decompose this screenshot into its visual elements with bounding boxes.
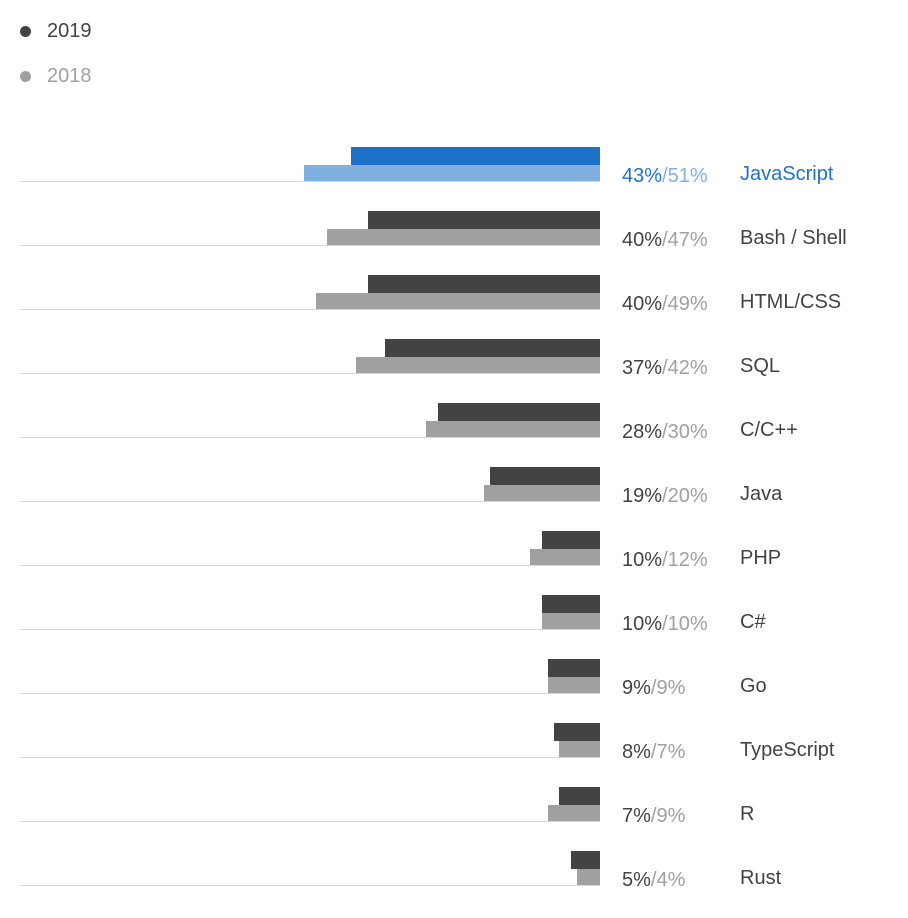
legend-dot-2019-icon — [20, 26, 31, 37]
legend-dot-2018-icon — [20, 71, 31, 82]
chart-row: 9%/9%Go — [20, 630, 898, 694]
category-label: SQL — [740, 310, 898, 374]
bar-track — [20, 502, 600, 566]
value-2018: 4% — [656, 869, 685, 891]
bar-2019 — [548, 659, 600, 677]
bar-track — [20, 438, 600, 502]
chart-row: 40%/49%HTML/CSS — [20, 246, 898, 310]
bar-track — [20, 182, 600, 246]
bar-2018 — [548, 677, 600, 693]
value-labels: 10%/10% — [600, 566, 740, 630]
value-labels: 43%/51% — [600, 118, 740, 182]
bar-track — [20, 118, 600, 182]
bar-track — [20, 758, 600, 822]
chart-row: 7%/9%R — [20, 758, 898, 822]
category-label: C# — [740, 566, 898, 630]
chart-row: 28%/30%C/C++ — [20, 374, 898, 438]
bar-2019 — [385, 339, 600, 357]
value-labels: 9%/9% — [600, 630, 740, 694]
bar-2019 — [438, 403, 600, 421]
chart-row: 37%/42%SQL — [20, 310, 898, 374]
bar-2019 — [351, 147, 600, 165]
bar-track — [20, 310, 600, 374]
bar-2018 — [542, 613, 600, 629]
chart-row: 43%/51%JavaScript — [20, 118, 898, 182]
bar-track — [20, 694, 600, 758]
category-label: C/C++ — [740, 374, 898, 438]
category-label: PHP — [740, 502, 898, 566]
value-labels: 37%/42% — [600, 310, 740, 374]
value-labels: 7%/9% — [600, 758, 740, 822]
category-label: HTML/CSS — [740, 246, 898, 310]
value-labels: 8%/7% — [600, 694, 740, 758]
value-2019: 5% — [622, 869, 651, 891]
bar-track — [20, 822, 600, 886]
category-label: TypeScript — [740, 694, 898, 758]
bar-track — [20, 630, 600, 694]
bar-2018 — [304, 165, 600, 181]
bar-2019 — [490, 467, 600, 485]
bar-2019 — [559, 787, 600, 805]
value-labels: 10%/12% — [600, 502, 740, 566]
value-labels: 40%/47% — [600, 182, 740, 246]
bar-2018 — [559, 741, 600, 757]
legend-label-2019: 2019 — [47, 20, 92, 43]
bar-2019 — [542, 531, 600, 549]
category-label: Java — [740, 438, 898, 502]
bar-2018 — [426, 421, 600, 437]
category-label: Go — [740, 630, 898, 694]
chart-row: 19%/20%Java — [20, 438, 898, 502]
bar-2019 — [368, 275, 600, 293]
bar-2019 — [542, 595, 600, 613]
bar-2018 — [577, 869, 600, 885]
bar-2018 — [327, 229, 600, 245]
bar-track — [20, 374, 600, 438]
chart-row: 40%/47%Bash / Shell — [20, 182, 898, 246]
value-labels: 28%/30% — [600, 374, 740, 438]
bar-track — [20, 566, 600, 630]
value-labels: 40%/49% — [600, 246, 740, 310]
value-labels: 19%/20% — [600, 438, 740, 502]
category-label: R — [740, 758, 898, 822]
category-label: JavaScript — [740, 118, 898, 182]
bar-2019 — [571, 851, 600, 869]
bar-2018 — [316, 293, 600, 309]
chart-row: 8%/7%TypeScript — [20, 694, 898, 758]
chart-row: 10%/10%C# — [20, 566, 898, 630]
chart-row: 5%/4%Rust — [20, 822, 898, 886]
chart-row: 10%/12%PHP — [20, 502, 898, 566]
bar-2018 — [484, 485, 600, 501]
bar-2018 — [356, 357, 600, 373]
bar-2019 — [368, 211, 600, 229]
legend-item-2019: 2019 — [20, 20, 898, 43]
chart-rows: 43%/51%JavaScript40%/47%Bash / Shell40%/… — [20, 118, 898, 886]
bar-2018 — [548, 805, 600, 821]
bar-2018 — [530, 549, 600, 565]
legend: 2019 2018 — [20, 20, 898, 88]
bar-track — [20, 246, 600, 310]
category-label: Rust — [740, 822, 898, 886]
bar-2019 — [554, 723, 600, 741]
legend-item-2018: 2018 — [20, 65, 898, 88]
value-labels: 5%/4% — [600, 822, 740, 886]
legend-label-2018: 2018 — [47, 65, 92, 88]
category-label: Bash / Shell — [740, 182, 898, 246]
